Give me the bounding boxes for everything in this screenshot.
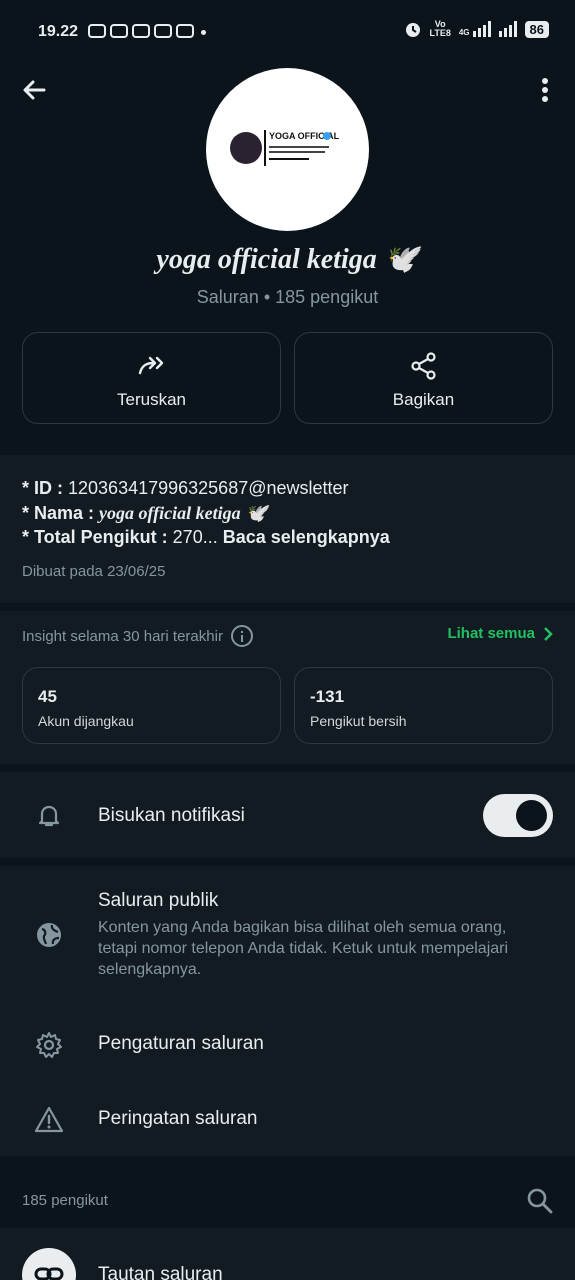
see-all-link[interactable]: Lihat semua (447, 625, 553, 642)
name-key: * Nama : (22, 503, 100, 523)
description-name-line: * Nama : yoga official ketiga 🕊️ (22, 503, 268, 524)
alarm-icon (405, 23, 420, 37)
insights-section: Insight selama 30 hari terakhir Lihat se… (0, 611, 575, 764)
verified-icon (323, 132, 331, 140)
avatar-logo-image (230, 132, 262, 164)
volte-indicator: Vo LTE8 (429, 19, 451, 38)
channel-name: yoga official ketiga 🕊️ (156, 244, 419, 275)
status-time: 19.22 (38, 23, 79, 40)
gear-icon (36, 1032, 62, 1058)
chat-notification-icon (132, 24, 150, 38)
avatar-logo-divider (264, 130, 266, 166)
more-options-button[interactable] (533, 76, 557, 106)
public-channel-description: Konten yang Anda bagikan bisa dilihat ol… (98, 919, 509, 978)
bell-icon (38, 805, 60, 827)
more-vert-icon (542, 78, 548, 102)
channel-avatar[interactable]: YOGA OFFICIAL (206, 68, 369, 231)
chat-notification-icon (110, 24, 128, 38)
battery-icon: 86 (524, 20, 549, 38)
chat-notification-icon (88, 24, 106, 38)
warning-icon (34, 1106, 64, 1133)
created-date: Dibuat pada 23/06/25 (22, 563, 166, 580)
accounts-reached-value: 45 (38, 687, 57, 706)
description-id-line: * ID : 120363417996325687@newsletter (22, 478, 349, 499)
channel-description[interactable]: * ID : 120363417996325687@newsletter * N… (0, 455, 575, 603)
followers-count: 185 pengikut (22, 1192, 108, 1209)
forward-icon (138, 356, 163, 375)
share-icon (410, 352, 436, 380)
chat-notification-icon (176, 24, 194, 38)
accounts-reached-label: Akun dijangkau (38, 713, 134, 729)
status-right: Vo LTE8 4G 86 (404, 20, 549, 38)
avatar-logo-line (269, 146, 329, 148)
channel-settings-section: Saluran publik Konten yang Anda bagikan … (0, 866, 575, 1156)
signal-icon-2 (498, 21, 517, 37)
id-key: * ID : (22, 478, 69, 498)
total-value: 270... (172, 527, 223, 547)
avatar-logo-line (269, 151, 325, 153)
channel-warning-label: Peringatan saluran (98, 1108, 258, 1129)
share-label: Bagikan (392, 390, 455, 409)
id-value: 120363417996325687@newsletter (68, 478, 349, 498)
public-channel-row[interactable]: Saluran publik Konten yang Anda bagikan … (0, 866, 575, 1006)
more-notifications-dot (201, 30, 206, 35)
insights-title: Insight selama 30 hari terakhir (22, 625, 253, 647)
channel-link-label: Tautan saluran (98, 1264, 223, 1280)
forward-label: Teruskan (117, 390, 186, 409)
channel-settings-row[interactable]: Pengaturan saluran (0, 1006, 575, 1081)
forward-button[interactable]: Teruskan (22, 332, 281, 424)
description-total-line: * Total Pengikut : 270... Baca selengkap… (22, 527, 390, 548)
chat-notification-icon (154, 24, 172, 38)
mute-label: Bisukan notifikasi (98, 805, 245, 826)
total-key: * Total Pengikut : (22, 527, 173, 547)
signal-icon: 4G (459, 21, 491, 37)
back-arrow-icon (23, 80, 46, 100)
share-button[interactable]: Bagikan (294, 332, 553, 424)
chevron-right-icon (544, 626, 553, 641)
mute-toggle[interactable] (483, 794, 553, 837)
channel-link-row[interactable]: Tautan saluran (0, 1228, 575, 1280)
insights-title-text: Insight selama 30 hari terakhir (22, 627, 223, 645)
public-channel-title: Saluran publik (98, 890, 219, 911)
name-value: yoga official ketiga 🕊️ (99, 503, 268, 523)
accounts-reached-card[interactable]: 45 Akun dijangkau (22, 667, 281, 744)
net-followers-value: -131 (310, 687, 345, 706)
channel-warning-row[interactable]: Peringatan saluran (0, 1081, 575, 1156)
see-all-label: Lihat semua (447, 625, 535, 642)
channel-settings-label: Pengaturan saluran (98, 1033, 264, 1054)
channel-header: YOGA OFFICIAL yoga official ketiga 🕊️ Sa… (0, 52, 575, 447)
back-button[interactable] (18, 74, 50, 106)
toggle-knob (516, 800, 547, 831)
status-bar: 19.22 Vo LTE8 4G 86 (0, 0, 575, 52)
globe-icon (37, 923, 61, 947)
notification-icons (88, 24, 194, 38)
search-icon[interactable] (525, 1186, 555, 1216)
net-followers-card[interactable]: -131 Pengikut bersih (294, 667, 553, 744)
link-icon (34, 1267, 64, 1280)
followers-header: 185 pengikut (0, 1164, 575, 1228)
info-icon[interactable] (230, 625, 253, 647)
net-followers-label: Pengikut bersih (310, 713, 407, 729)
link-avatar (22, 1248, 76, 1280)
avatar-logo-line (269, 158, 309, 160)
read-more-link[interactable]: Baca selengkapnya (223, 527, 390, 547)
mute-notifications-row[interactable]: Bisukan notifikasi (0, 772, 575, 858)
channel-subtitle: Saluran • 185 pengikut (196, 287, 379, 307)
